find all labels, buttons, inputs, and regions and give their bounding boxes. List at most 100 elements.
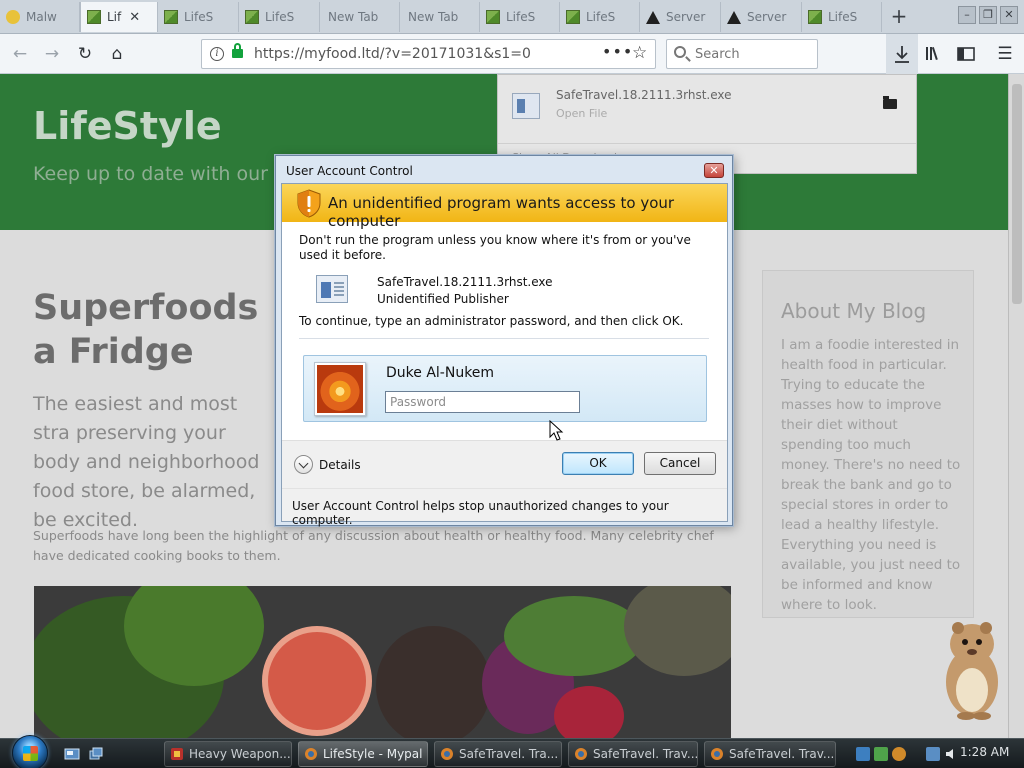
tray-app-icon[interactable] bbox=[856, 747, 870, 761]
image-icon bbox=[245, 10, 259, 24]
warning-icon bbox=[6, 10, 20, 24]
tab-label: LifeS bbox=[828, 10, 858, 24]
show-desktop-icon[interactable] bbox=[64, 746, 80, 762]
start-button[interactable] bbox=[12, 735, 48, 768]
url-bar[interactable]: i https://myfood.ltd/?v=20171031&s1=0 ••… bbox=[201, 39, 656, 69]
menu-hamburger-icon[interactable]: ☰ bbox=[993, 42, 1017, 66]
tab-close-icon[interactable]: ✕ bbox=[129, 10, 140, 25]
tab-6[interactable]: LifeS bbox=[480, 2, 560, 32]
taskbar-label: SafeTravel. Tra... bbox=[459, 747, 559, 761]
tab-0[interactable]: Malw bbox=[0, 2, 80, 32]
mouse-cursor-icon bbox=[549, 420, 564, 441]
lock-icon bbox=[232, 43, 243, 58]
user-name: Duke Al-Nukem bbox=[386, 365, 495, 381]
warning-text: Don't run the program unless you know wh… bbox=[299, 233, 691, 262]
tab-label: LifeS bbox=[265, 10, 295, 24]
uac-banner: An unidentified program wants access to … bbox=[282, 184, 727, 230]
taskbar-label: Heavy Weapon... bbox=[189, 747, 291, 761]
taskbar-button-1[interactable]: LifeStyle - Mypal bbox=[298, 741, 428, 767]
library-icon[interactable] bbox=[922, 42, 946, 66]
forward-icon[interactable]: → bbox=[40, 42, 64, 66]
page-scrollbar[interactable] bbox=[1008, 74, 1024, 738]
tab-2[interactable]: LifeS bbox=[158, 2, 239, 32]
tab-7[interactable]: LifeS bbox=[560, 2, 640, 32]
taskbar-button-4[interactable]: SafeTravel. Trav... bbox=[704, 741, 836, 767]
image-icon bbox=[808, 10, 822, 24]
folder-icon[interactable] bbox=[883, 96, 897, 109]
sidebar-toggle-icon[interactable] bbox=[954, 42, 978, 66]
bookmark-star-icon[interactable]: ☆ bbox=[632, 43, 647, 63]
network-icon[interactable] bbox=[926, 747, 940, 761]
password-input[interactable] bbox=[385, 391, 580, 413]
about-blog-card: About My Blog I am a foodie interested i… bbox=[762, 270, 974, 618]
tab-3[interactable]: LifeS bbox=[239, 2, 320, 32]
browser-icon bbox=[305, 748, 317, 760]
divider bbox=[498, 143, 916, 144]
download-open-file[interactable]: Open File bbox=[556, 107, 607, 120]
shield-warning-icon bbox=[297, 189, 321, 218]
tab-10[interactable]: LifeS bbox=[802, 2, 882, 32]
page-actions-icon[interactable]: ••• bbox=[602, 42, 633, 61]
taskbar-button-0[interactable]: Heavy Weapon... bbox=[164, 741, 292, 767]
details-toggle[interactable]: Details bbox=[294, 455, 361, 474]
info-icon[interactable]: i bbox=[210, 47, 224, 61]
divider bbox=[299, 338, 709, 339]
search-bar[interactable] bbox=[666, 39, 818, 69]
back-icon[interactable]: ← bbox=[8, 42, 32, 66]
tab-label: Server bbox=[666, 10, 706, 24]
uac-dialog: User Account Control ✕ An unidentified p… bbox=[275, 155, 733, 527]
warning-icon bbox=[646, 10, 660, 24]
minimize-button[interactable]: – bbox=[958, 6, 976, 24]
home-icon[interactable]: ⌂ bbox=[105, 42, 129, 66]
tab-strip: Malw Lif ✕ LifeS LifeS New Tab New Tab L… bbox=[0, 0, 1024, 34]
image-icon bbox=[164, 10, 178, 24]
chevron-down-icon[interactable] bbox=[294, 455, 313, 474]
cancel-button[interactable]: Cancel bbox=[644, 452, 716, 475]
url-text[interactable]: https://myfood.ltd/?v=20171031&s1=0 bbox=[254, 46, 531, 62]
tab-4[interactable]: New Tab bbox=[320, 2, 400, 32]
tab-label: LifeS bbox=[184, 10, 214, 24]
dialog-caption: User Account Control bbox=[286, 164, 413, 178]
image-icon bbox=[87, 10, 101, 24]
tray-app-icon[interactable] bbox=[892, 747, 906, 761]
food-photo bbox=[34, 586, 731, 738]
details-label[interactable]: Details bbox=[319, 458, 361, 472]
tab-5[interactable]: New Tab bbox=[400, 2, 480, 32]
nav-toolbar: ← → ↻ ⌂ i https://myfood.ltd/?v=20171031… bbox=[0, 34, 1024, 74]
instruction-text: To continue, type an administrator passw… bbox=[299, 314, 684, 328]
taskbar-clock[interactable]: 1:28 AM bbox=[960, 745, 1009, 759]
tray-app-icon[interactable] bbox=[874, 747, 888, 761]
browser-icon bbox=[711, 748, 723, 760]
close-window-button[interactable]: ✕ bbox=[1000, 6, 1018, 24]
ok-button[interactable]: OK bbox=[562, 452, 634, 475]
site-title[interactable]: LifeStyle bbox=[33, 104, 222, 148]
maximize-button[interactable]: ❐ bbox=[979, 6, 997, 24]
browser-icon bbox=[441, 748, 453, 760]
new-tab-button[interactable]: + bbox=[886, 4, 912, 30]
volume-icon[interactable] bbox=[944, 747, 958, 761]
footer-text: User Account Control helps stop unauthor… bbox=[292, 499, 669, 527]
search-input[interactable] bbox=[695, 45, 813, 63]
taskbar-button-2[interactable]: SafeTravel. Tra... bbox=[434, 741, 562, 767]
tab-label: Server bbox=[747, 10, 787, 24]
credential-tile[interactable]: Duke Al-Nukem bbox=[303, 355, 707, 422]
reload-icon[interactable]: ↻ bbox=[73, 42, 97, 66]
dialog-close-button[interactable]: ✕ bbox=[704, 163, 724, 178]
switch-windows-icon[interactable] bbox=[88, 746, 104, 762]
aside-heading: About My Blog bbox=[781, 299, 927, 323]
article-lead: The easiest and most stra preserving you… bbox=[33, 393, 260, 531]
program-icon bbox=[316, 275, 348, 303]
download-arrow-icon bbox=[895, 46, 909, 63]
taskbar-button-3[interactable]: SafeTravel. Trav... bbox=[568, 741, 698, 767]
program-name: SafeTravel.18.2111.3rhst.exe bbox=[377, 275, 553, 289]
taskbar-label: LifeStyle - Mypal bbox=[323, 747, 423, 761]
tab-label: Lif bbox=[107, 10, 122, 24]
tab-8[interactable]: Server bbox=[640, 2, 721, 32]
tab-9[interactable]: Server bbox=[721, 2, 802, 32]
tab-1[interactable]: Lif ✕ bbox=[80, 2, 158, 32]
browser-icon bbox=[575, 748, 587, 760]
dialog-button-bar: Details OK Cancel bbox=[282, 440, 727, 488]
download-file-name[interactable]: SafeTravel.18.2111.3rhst.exe bbox=[556, 88, 732, 102]
downloads-button[interactable] bbox=[886, 34, 918, 74]
scrollbar-thumb[interactable] bbox=[1012, 84, 1022, 304]
